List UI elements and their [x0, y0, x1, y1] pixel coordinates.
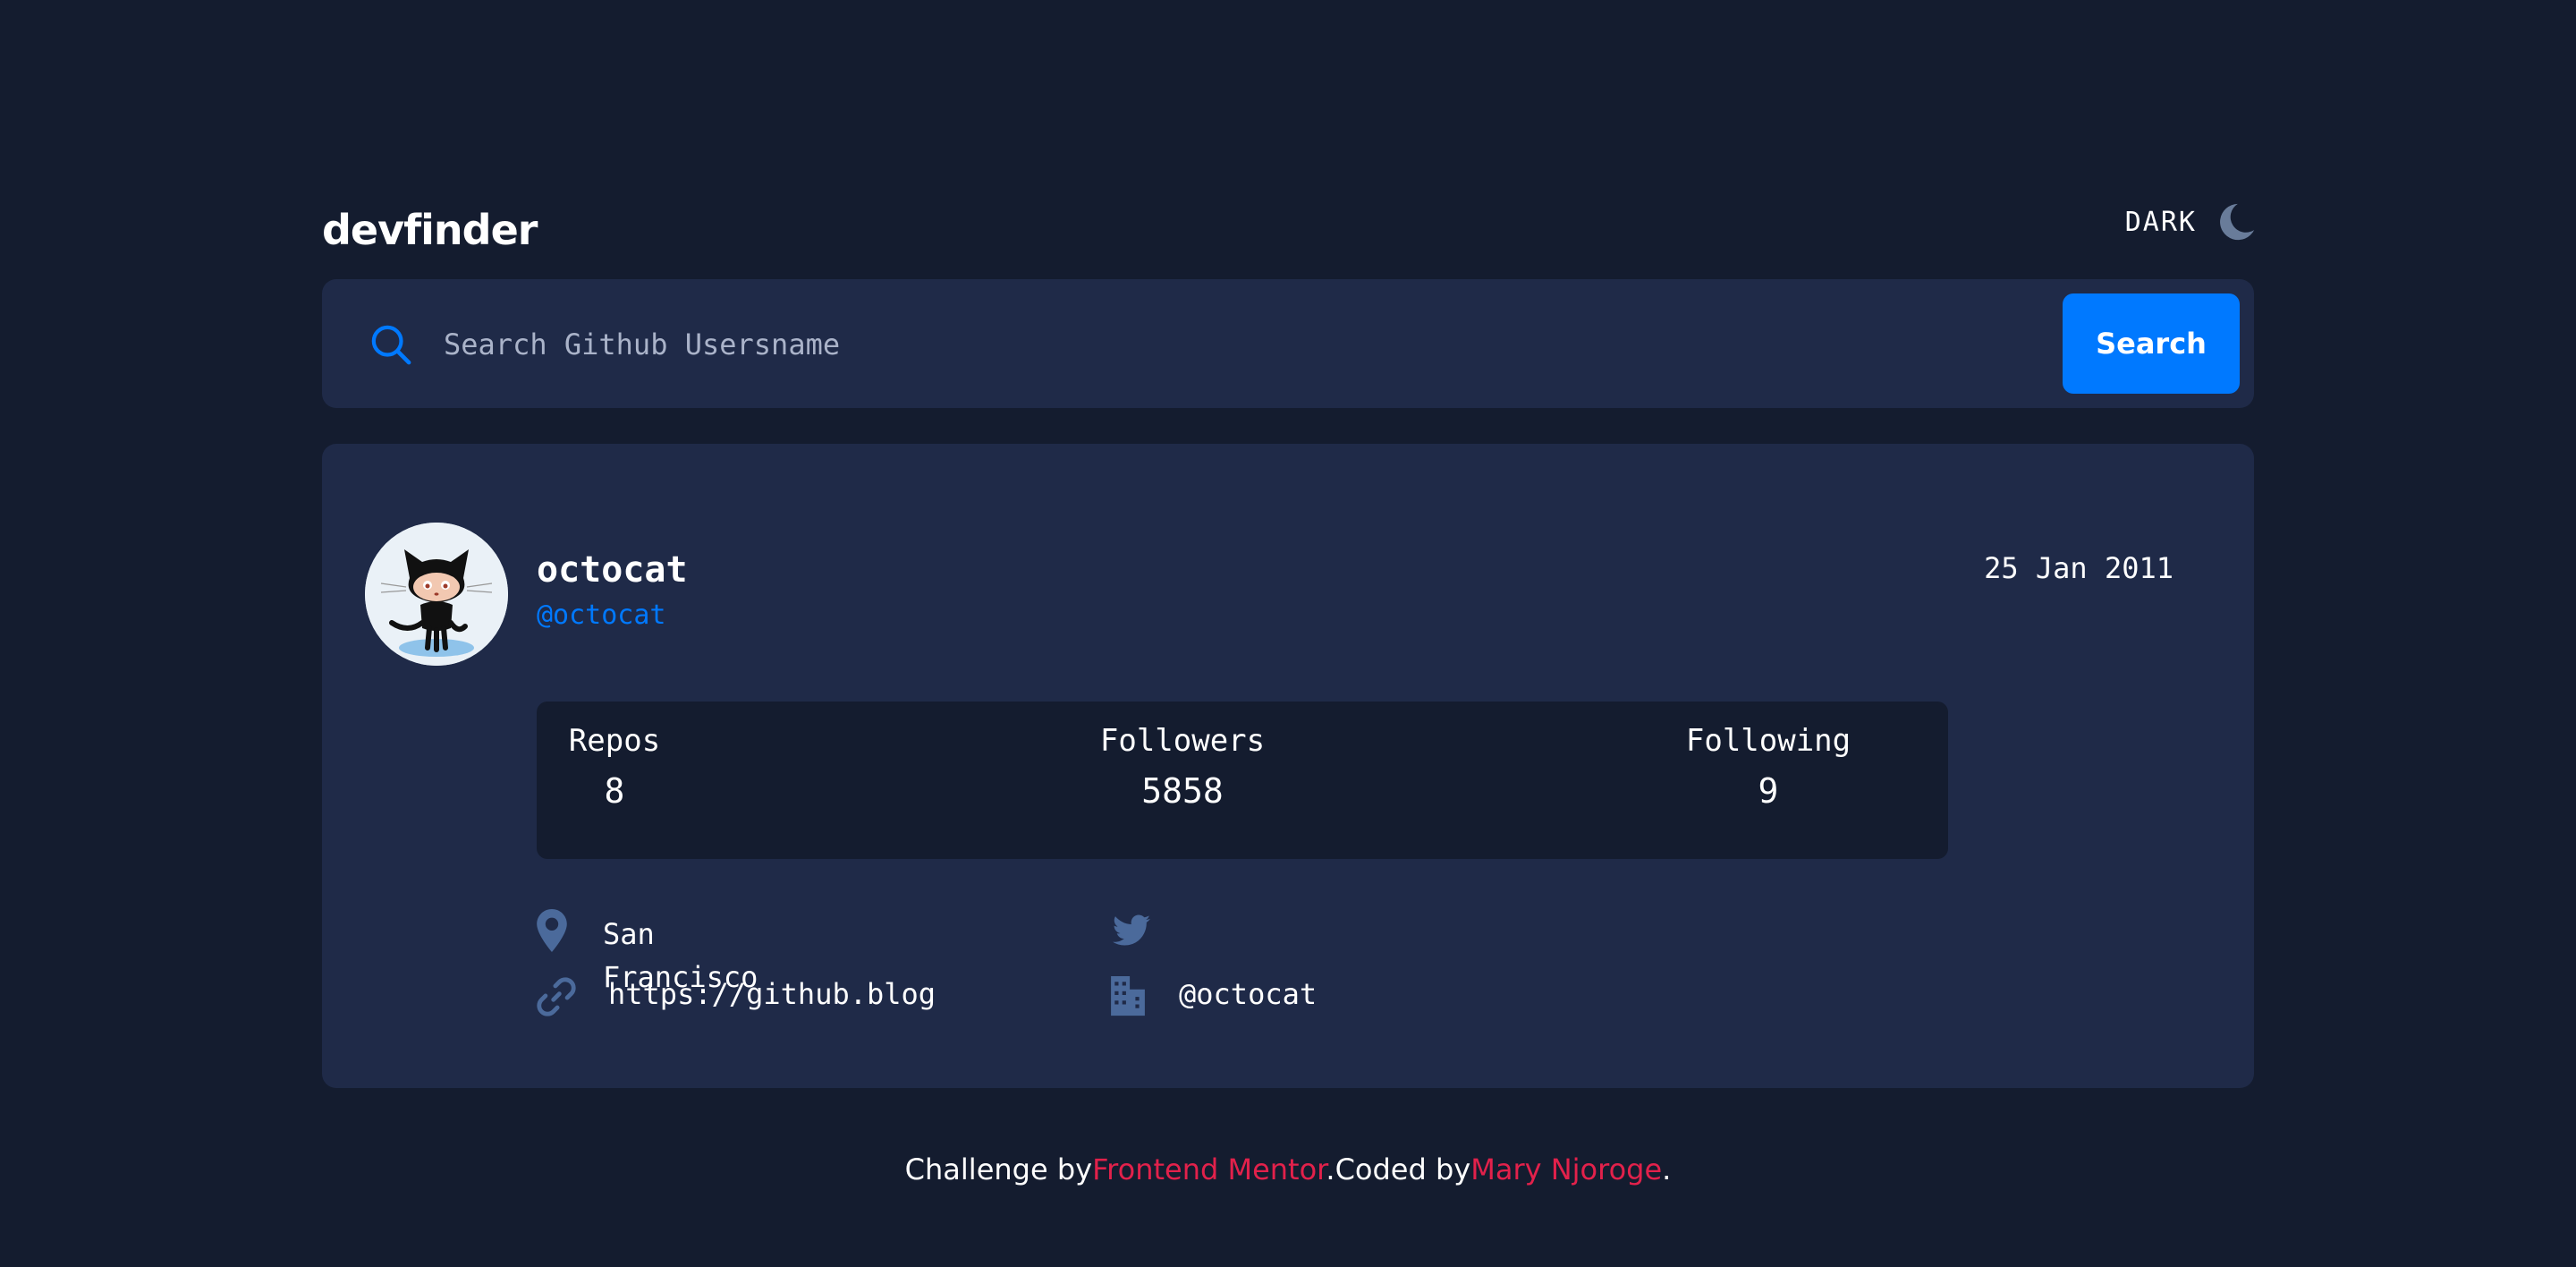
search-bar: Search — [322, 279, 2254, 408]
octocat-avatar-icon — [365, 523, 508, 666]
stat-following-value: 9 — [1758, 771, 1779, 811]
profile-card: octocat @octocat 25 Jan 2011 Repos 8 Fol… — [322, 444, 2254, 1088]
stat-repos: Repos 8 — [565, 723, 664, 811]
footer-prefix: Challenge by — [904, 1152, 1093, 1186]
stat-repos-value: 8 — [604, 771, 625, 811]
moon-icon — [2220, 203, 2255, 241]
avatar — [365, 523, 508, 666]
twitter-icon — [1113, 914, 1150, 946]
app-title: devfinder — [322, 206, 538, 254]
stat-followers-label: Followers — [1099, 723, 1266, 759]
office-building-icon — [1111, 976, 1145, 1016]
link-icon — [537, 977, 576, 1016]
stats-box: Repos 8 Followers 5858 Following 9 — [537, 702, 1948, 859]
user-name: octocat — [537, 549, 688, 591]
search-icon — [371, 325, 411, 365]
footer-frontend-mentor-link[interactable]: Frontend Mentor — [1092, 1152, 1326, 1186]
footer: Challenge byFrontend Mentor.Coded byMary… — [0, 1152, 2576, 1186]
location-pin-icon — [537, 909, 567, 952]
stat-repos-label: Repos — [568, 723, 661, 759]
footer-author-link[interactable]: Mary Njoroge — [1470, 1152, 1662, 1186]
stat-following-label: Following — [1685, 723, 1852, 759]
website-link[interactable]: https://github.blog — [608, 977, 936, 1011]
footer-middle: .Coded by — [1326, 1152, 1471, 1186]
theme-toggle-label: DARK — [2124, 206, 2197, 238]
stat-followers: Followers 5858 — [1093, 723, 1272, 811]
join-date: 25 Jan 2011 — [1984, 551, 2174, 585]
search-button[interactable]: Search — [2063, 293, 2240, 394]
profile-links: San Francisco https://github.blog @octoc… — [537, 909, 1968, 1043]
search-input[interactable] — [442, 311, 1671, 378]
user-login-link[interactable]: @octocat — [537, 599, 666, 631]
stat-followers-value: 5858 — [1141, 771, 1224, 811]
theme-toggle[interactable]: DARK — [2125, 195, 2256, 249]
footer-suffix: . — [1662, 1152, 1672, 1186]
company-text: @octocat — [1179, 977, 1318, 1011]
app-root: devfinder DARK Search Github Usersname S… — [0, 0, 2576, 1267]
stat-following: Following 9 — [1674, 723, 1862, 811]
